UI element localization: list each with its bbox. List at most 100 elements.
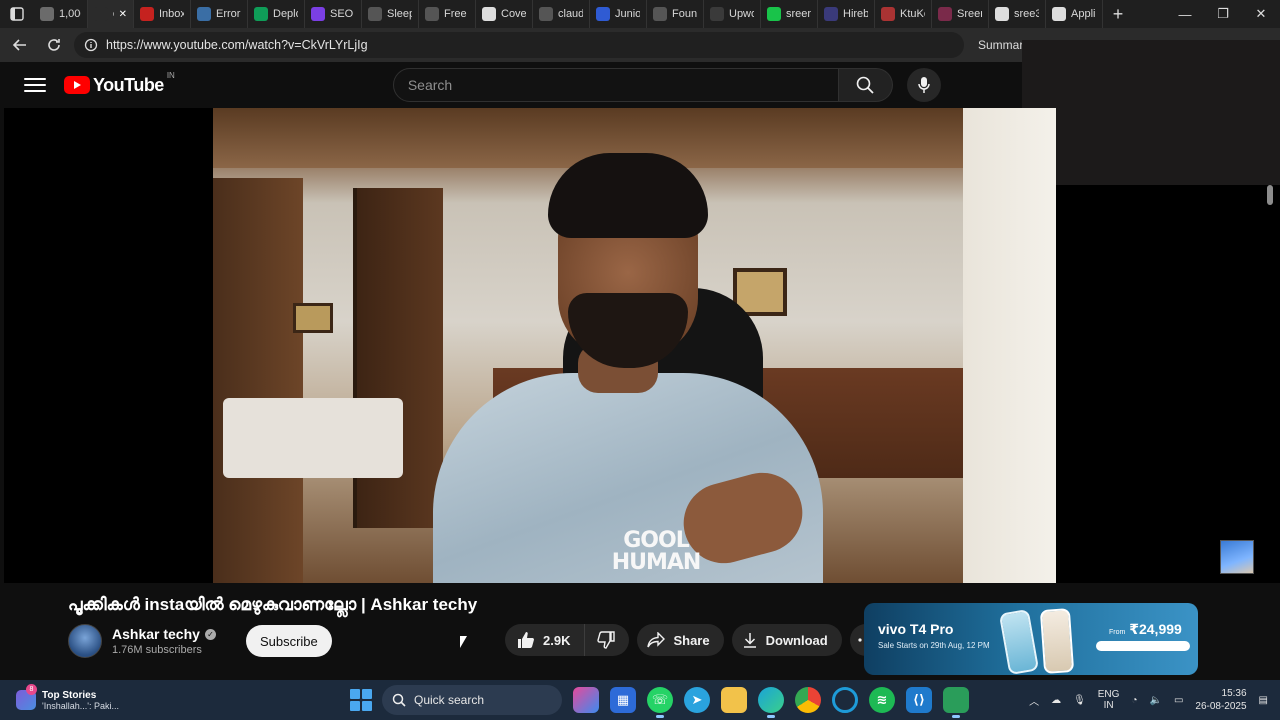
verified-badge-icon: ✓	[204, 628, 216, 640]
channel-name[interactable]: Ashkar techy	[112, 626, 200, 642]
close-tab-icon[interactable]: ✕	[119, 9, 127, 20]
tab-label: SEO T	[330, 8, 355, 20]
chrome-icon[interactable]	[795, 687, 821, 713]
screen: 1,000 o✕ Inbox Error - Deplo SEO T SleepFree A…	[0, 0, 1280, 720]
spotify-icon[interactable]: ≋	[869, 687, 895, 713]
language-indicator[interactable]: ENG IN	[1098, 689, 1120, 711]
browser-tab[interactable]: Junior	[590, 0, 647, 28]
search-box	[392, 68, 941, 102]
feather-icon	[368, 7, 382, 21]
mouse-cursor-icon	[460, 636, 467, 648]
tab-label: Inbox	[159, 8, 184, 20]
openai-icon	[482, 7, 496, 21]
browser-tab[interactable]: Cover	[476, 0, 533, 28]
browser-tab[interactable]: SEO T	[305, 0, 362, 28]
dislike-button[interactable]	[585, 624, 630, 656]
brand-icon	[596, 7, 610, 21]
like-button[interactable]: 2.9K	[505, 624, 586, 656]
browser-tab[interactable]: Appli	[1046, 0, 1103, 28]
system-tray: ︿ ☁ 🎙 ENG IN ◔ 🔈 ▭ 15:36 26-08-2025 ▤	[1029, 687, 1268, 713]
subscribe-button[interactable]: Subscribe	[245, 625, 332, 657]
cortana-icon[interactable]	[832, 687, 858, 713]
microphone-icon[interactable]: 🎙	[1073, 695, 1086, 706]
address-bar[interactable]: https://www.youtube.com/watch?v=CkVrLYrL…	[74, 32, 964, 58]
video-actions: 2.9K Share Download	[505, 624, 882, 656]
browser-tab[interactable]: Sreera	[932, 0, 989, 28]
ad-partner-logos	[1096, 641, 1190, 651]
restore-button[interactable]: ❐	[1204, 0, 1242, 28]
browser-tab[interactable]: KtuKe	[875, 0, 932, 28]
tab-actions-menu-icon[interactable]	[0, 0, 34, 28]
tab-label: Upwo	[729, 8, 754, 20]
whatsapp-icon[interactable]: ☏	[647, 687, 673, 718]
browser-tab[interactable]: sree3	[989, 0, 1046, 28]
clock[interactable]: 15:36 26-08-2025	[1195, 687, 1246, 713]
download-button[interactable]: Download	[731, 624, 842, 656]
guide-menu-icon[interactable]	[24, 78, 46, 92]
ad-subtitle: Sale Starts on 29th Aug, 12 PM	[878, 641, 990, 650]
tab-label: Cover	[501, 8, 526, 20]
share-button[interactable]: Share	[637, 624, 724, 656]
k-icon	[767, 7, 781, 21]
share-arrow-icon	[647, 632, 666, 648]
browser-tab[interactable]: Sleep	[362, 0, 419, 28]
tab-label: KtuKe	[900, 8, 925, 20]
browser-tab-strip: 1,000 o✕ Inbox Error - Deplo SEO T SleepFree A…	[0, 0, 1280, 28]
wifi-icon[interactable]: ◔	[1131, 695, 1137, 706]
tab-label: Error -	[216, 8, 241, 20]
video-player[interactable]: GOOL HUMAN	[4, 108, 1056, 583]
copilot-icon[interactable]	[573, 687, 599, 713]
start-button-icon[interactable]	[350, 689, 372, 711]
notification-icon[interactable]: ▤	[1259, 695, 1268, 706]
edge-browser-icon[interactable]	[758, 687, 784, 718]
scrollbar-thumb[interactable]	[1267, 185, 1273, 205]
github-icon	[995, 7, 1009, 21]
onedrive-cloud-icon[interactable]: ☁	[1051, 695, 1061, 706]
battery-icon[interactable]: ▭	[1174, 695, 1183, 706]
close-window-button[interactable]: ✕	[1242, 0, 1280, 28]
browser-tab[interactable]: Hireb	[818, 0, 875, 28]
voice-search-button[interactable]	[906, 68, 941, 102]
telegram-icon[interactable]: ➤	[684, 687, 710, 713]
download-label: Download	[765, 632, 828, 648]
search-button[interactable]	[838, 68, 893, 102]
reload-button[interactable]	[40, 31, 68, 59]
browser-tab[interactable]: Free A	[419, 0, 476, 28]
youtube-logo[interactable]: YouTube IN	[64, 71, 175, 96]
ad-banner[interactable]: vivo T4 Pro Sale Starts on 29th Aug, 12 …	[864, 603, 1198, 675]
ad-phone-image	[1039, 608, 1075, 674]
diamond-icon	[254, 7, 268, 21]
site-info-icon[interactable]	[84, 38, 98, 52]
volume-icon[interactable]: 🔈	[1149, 695, 1161, 706]
show-hidden-icons-icon[interactable]: ︿	[1029, 693, 1039, 708]
tab-label: Sreera	[957, 8, 982, 20]
vscode-icon[interactable]: ⟨⟩	[906, 687, 932, 713]
browser-tab[interactable]: o✕	[88, 0, 134, 28]
browser-tab[interactable]: Upwo	[704, 0, 761, 28]
check-icon	[653, 7, 667, 21]
android-studio-icon[interactable]	[943, 687, 969, 718]
microsoft-store-icon[interactable]: ▦	[610, 687, 636, 713]
minimize-button[interactable]: —	[1166, 0, 1204, 28]
browser-tab[interactable]: Error -	[191, 0, 248, 28]
tab-label: Junior	[615, 8, 640, 20]
url-text[interactable]: https://www.youtube.com/watch?v=CkVrLYrL…	[106, 38, 368, 52]
taskbar-search[interactable]: Quick search	[382, 685, 562, 715]
browser-tab[interactable]: Deplo	[248, 0, 305, 28]
video-frame: GOOL HUMAN	[213, 108, 1056, 583]
window-controls: — ❐ ✕	[1166, 0, 1280, 28]
new-tab-button[interactable]: +	[1103, 0, 1133, 28]
browser-tab[interactable]: Found	[647, 0, 704, 28]
browser-tab[interactable]: 1,000	[34, 0, 88, 28]
floating-avatar-thumbnail[interactable]	[1220, 540, 1254, 574]
browser-tab[interactable]: claude	[533, 0, 590, 28]
tab-label: Hireb	[843, 8, 868, 20]
browser-tab[interactable]: sreera	[761, 0, 818, 28]
browser-tab[interactable]: Inbox	[134, 0, 191, 28]
tab-label: 1,000	[59, 8, 81, 20]
channel-avatar[interactable]	[68, 624, 102, 658]
news-widget[interactable]: 8 Top Stories 'Inshallah...': Paki...	[16, 684, 316, 711]
search-input[interactable]	[392, 68, 839, 102]
file-explorer-icon[interactable]	[721, 687, 747, 713]
back-button[interactable]	[6, 31, 34, 59]
